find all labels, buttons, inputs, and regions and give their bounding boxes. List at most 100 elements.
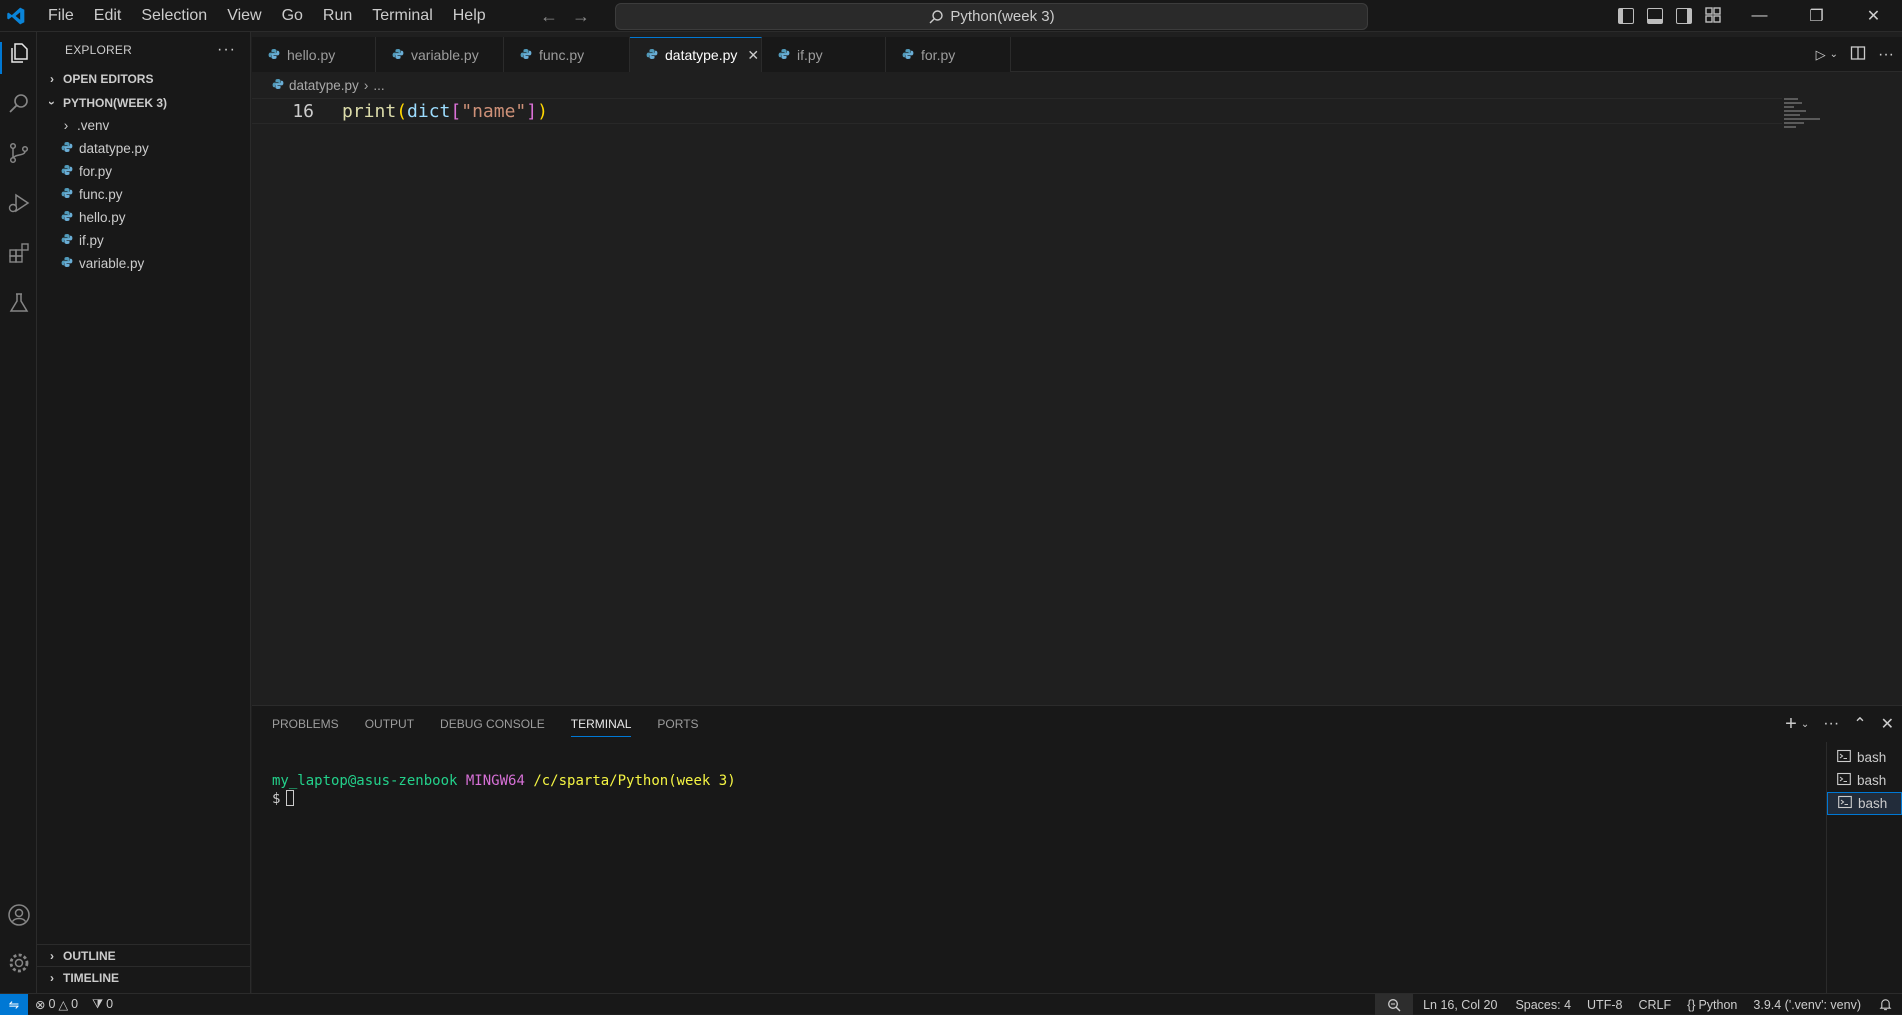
tree-file-label: if.py	[79, 233, 104, 248]
cursor-position[interactable]: Ln 16, Col 20	[1413, 998, 1507, 1012]
tab-ports[interactable]: PORTS	[657, 717, 698, 731]
code-line[interactable]: 16 print(dict["name"])	[252, 98, 1782, 124]
testing-flask-icon[interactable]	[6, 290, 32, 316]
forward-arrow-icon[interactable]: →	[572, 6, 590, 27]
breadcrumb-symbols[interactable]: ...	[373, 78, 384, 93]
menu-help[interactable]: Help	[443, 0, 496, 32]
explorer-header: EXPLORER ···	[37, 32, 250, 68]
tree-file-hello[interactable]: hello.py	[37, 206, 250, 229]
ports-count: 0	[106, 997, 114, 1011]
chevron-right-icon: ›	[363, 77, 369, 93]
run-file-icon[interactable]: ▷	[1816, 47, 1826, 63]
tree-file-for[interactable]: for.py	[37, 160, 250, 183]
breadcrumb-file[interactable]: datatype.py	[289, 78, 359, 93]
terminal-output[interactable]: my_laptop@asus-zenbook MINGW64 /c/sparta…	[272, 772, 736, 808]
panel-tab-bar: PROBLEMS OUTPUT DEBUG CONSOLE TERMINAL P…	[272, 706, 699, 742]
menu-go[interactable]: Go	[272, 0, 313, 32]
tab-label: variable.py	[411, 46, 479, 63]
tab-variable[interactable]: variable.py	[376, 37, 504, 72]
source-control-icon[interactable]	[6, 140, 32, 166]
python-file-icon	[61, 164, 73, 179]
tab-debug-console[interactable]: DEBUG CONSOLE	[440, 717, 545, 731]
manage-gear-icon[interactable]	[6, 950, 32, 976]
tab-func[interactable]: func.py	[504, 37, 630, 72]
toggle-panel-icon[interactable]	[1647, 8, 1663, 24]
indentation[interactable]: Spaces: 4	[1507, 998, 1579, 1012]
section-timeline[interactable]: › TIMELINE	[37, 967, 251, 989]
more-actions-icon[interactable]: ···	[217, 41, 236, 59]
tab-problems[interactable]: PROBLEMS	[272, 717, 339, 731]
split-editor-icon[interactable]	[1850, 45, 1866, 64]
language-label: Python	[1698, 997, 1738, 1012]
new-terminal-icon[interactable]: +	[1785, 713, 1797, 736]
encoding[interactable]: UTF-8	[1579, 998, 1630, 1012]
end-of-line[interactable]: CRLF	[1630, 998, 1679, 1012]
accounts-icon[interactable]	[6, 902, 32, 928]
menu-terminal[interactable]: Terminal	[362, 0, 442, 32]
extensions-icon[interactable]	[6, 240, 32, 266]
tab-output[interactable]: OUTPUT	[365, 717, 414, 731]
remote-indicator-icon[interactable]: ⇋	[0, 993, 28, 1015]
chevron-right-icon: ›	[50, 72, 54, 86]
menu-run[interactable]: Run	[313, 0, 362, 32]
language-mode[interactable]: {} Python	[1679, 998, 1745, 1012]
run-debug-icon[interactable]	[6, 190, 32, 216]
customize-layout-icon[interactable]	[1705, 6, 1721, 26]
tab-datatype[interactable]: datatype.py ✕	[630, 37, 762, 72]
tab-hello[interactable]: hello.py	[252, 37, 376, 72]
editor-tab-bar: hello.py variable.py func.py datatype.py…	[252, 37, 1902, 72]
command-center-search[interactable]: Python(week 3)	[615, 3, 1368, 30]
python-file-icon	[902, 47, 914, 63]
tab-if[interactable]: if.py	[762, 37, 886, 72]
tree-file-if[interactable]: if.py	[37, 229, 250, 252]
tab-label: for.py	[921, 46, 956, 63]
python-file-icon	[646, 47, 658, 63]
menu-selection[interactable]: Selection	[131, 0, 217, 32]
maximize-panel-icon[interactable]: ⌃	[1853, 714, 1866, 734]
problems-status[interactable]: ⊗ 0 △ 0	[28, 997, 85, 1012]
section-folder[interactable]: › PYTHON(WEEK 3)	[37, 92, 250, 114]
terminal-dropdown-icon[interactable]: ⌄	[1801, 719, 1809, 730]
restore-icon[interactable]: ❐	[1788, 0, 1845, 32]
terminal-name: bash	[1858, 796, 1888, 811]
back-arrow-icon[interactable]: ←	[540, 6, 558, 27]
terminal-instance[interactable]: bash	[1827, 746, 1902, 769]
command-center-text: Python(week 3)	[950, 8, 1055, 25]
more-actions-icon[interactable]: ···	[1878, 46, 1894, 64]
toggle-secondary-sidebar-icon[interactable]	[1676, 8, 1692, 24]
close-window-icon[interactable]: ✕	[1845, 0, 1902, 32]
ports-status[interactable]: ⧩ 0	[85, 997, 120, 1012]
python-file-icon	[61, 233, 73, 248]
zoom-icon[interactable]	[1375, 994, 1414, 1015]
menu-file[interactable]: File	[38, 0, 84, 32]
tree-file-label: variable.py	[79, 256, 145, 271]
more-actions-icon[interactable]: ···	[1823, 715, 1839, 733]
toggle-primary-sidebar-icon[interactable]	[1618, 8, 1634, 24]
section-outline[interactable]: › OUTLINE	[37, 945, 251, 967]
tree-file-datatype[interactable]: datatype.py	[37, 137, 250, 160]
menu-bar: File Edit Selection View Go Run Terminal…	[38, 0, 496, 32]
terminal-instance-active[interactable]: bash	[1827, 792, 1902, 815]
terminal-instance[interactable]: bash	[1827, 769, 1902, 792]
search-icon[interactable]	[6, 90, 32, 116]
terminal-list: bash bash bash	[1826, 742, 1902, 994]
tab-terminal[interactable]: TERMINAL	[570, 717, 632, 737]
explorer-icon[interactable]	[6, 40, 32, 66]
tree-file-variable[interactable]: variable.py	[37, 252, 250, 275]
section-open-editors[interactable]: › OPEN EDITORS	[37, 68, 250, 90]
python-interpreter[interactable]: 3.9.4 ('.venv': venv)	[1745, 998, 1869, 1012]
tab-for[interactable]: for.py	[886, 37, 1011, 72]
tree-file-func[interactable]: func.py	[37, 183, 250, 206]
notifications-bell-icon[interactable]	[1869, 998, 1902, 1011]
close-panel-icon[interactable]: ✕	[1881, 714, 1894, 734]
menu-view[interactable]: View	[217, 0, 271, 32]
chevron-right-icon: ›	[50, 949, 54, 963]
tree-folder-venv[interactable]: › .venv	[37, 114, 250, 137]
code-text[interactable]: print(dict["name"])	[342, 101, 548, 122]
minimap[interactable]	[1784, 98, 1832, 138]
menu-edit[interactable]: Edit	[84, 0, 132, 32]
run-dropdown-icon[interactable]: ⌄	[1830, 49, 1838, 60]
minimize-icon[interactable]: —	[1731, 0, 1788, 32]
code-editor[interactable]: 16 print(dict["name"])	[252, 98, 1902, 703]
close-icon[interactable]: ✕	[747, 47, 759, 64]
